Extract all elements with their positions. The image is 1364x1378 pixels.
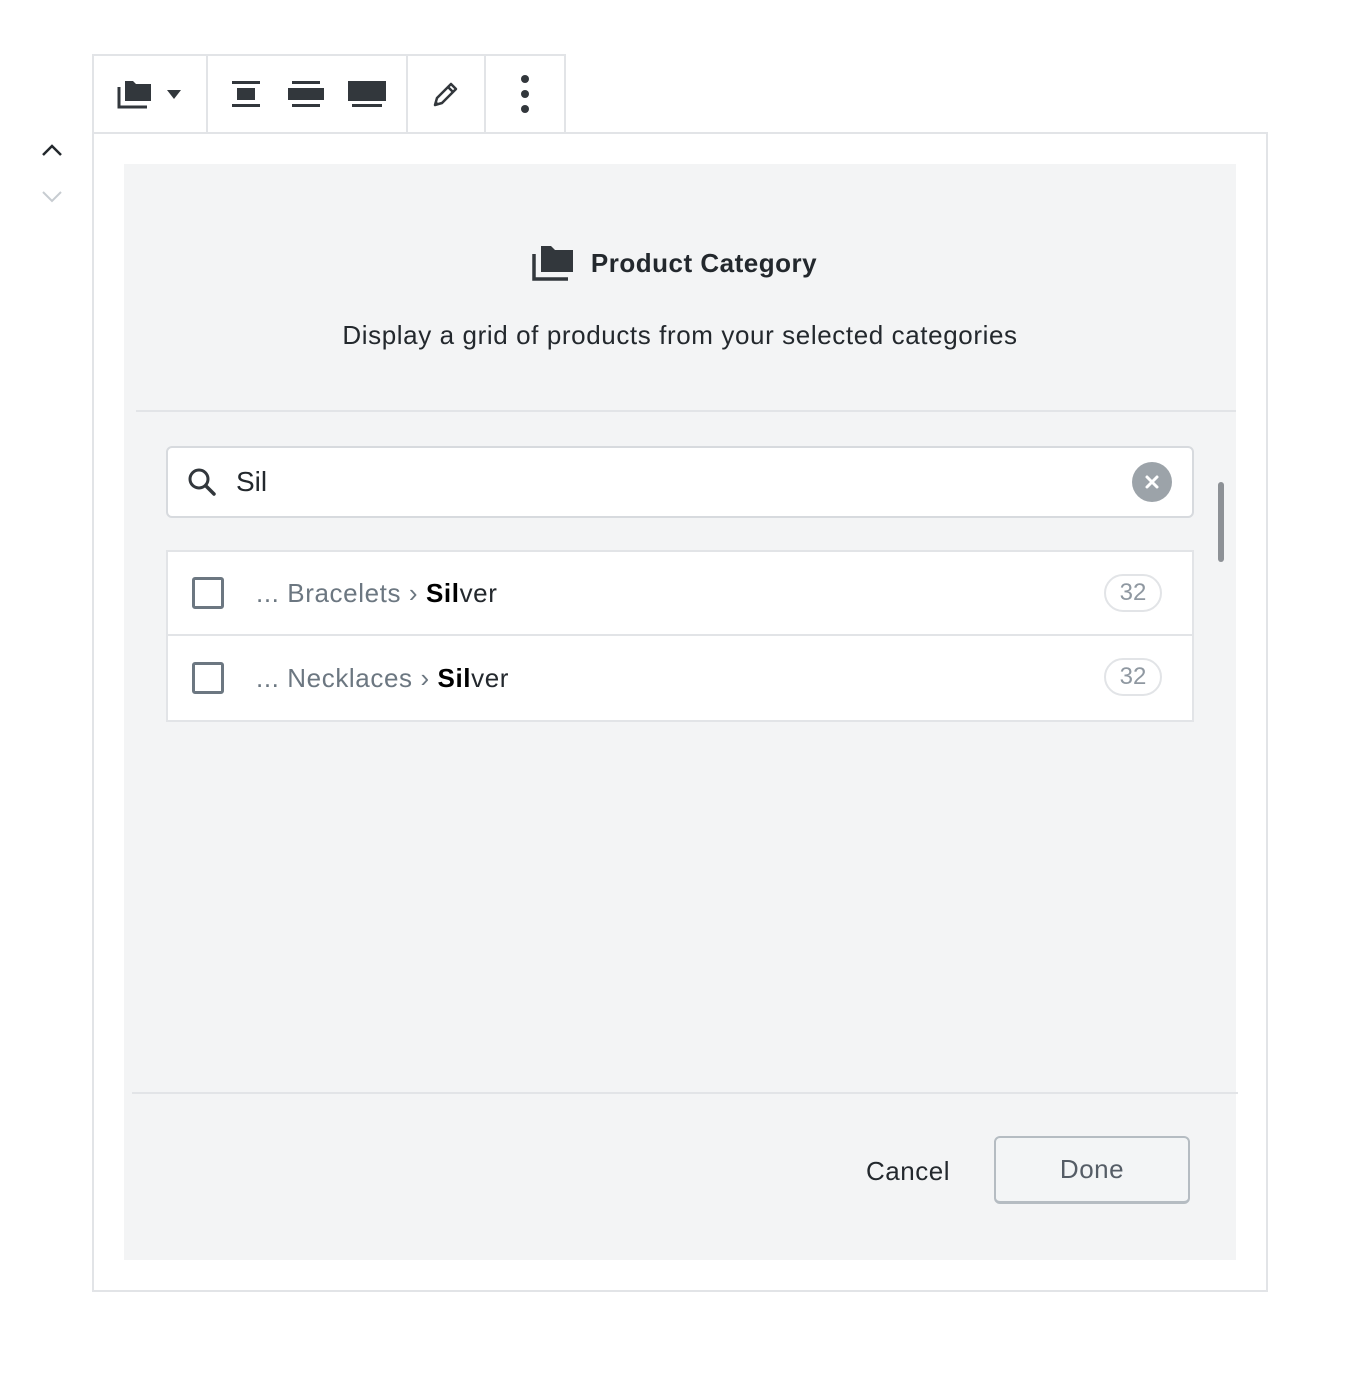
- edit-button[interactable]: [408, 56, 484, 132]
- category-search: [166, 446, 1194, 518]
- product-category-placeholder: Product Category Display a grid of produ…: [124, 164, 1238, 1260]
- align-full-button[interactable]: [348, 56, 386, 132]
- product-count-badge: 32: [1104, 658, 1162, 696]
- result-breadcrumb: ... Bracelets ›: [256, 577, 419, 608]
- placeholder-title: Product Category: [124, 244, 1224, 282]
- move-up-button[interactable]: [32, 130, 72, 170]
- move-down-button[interactable]: [32, 176, 72, 216]
- edit-group: [408, 56, 486, 132]
- align-wide-icon: [288, 81, 324, 107]
- caret-down-icon: [167, 90, 181, 99]
- align-full-icon: [348, 81, 386, 107]
- alignment-group: [208, 56, 408, 132]
- category-checkbox[interactable]: [192, 662, 224, 694]
- search-icon-wrap: [168, 467, 236, 497]
- result-rest: ver: [459, 577, 498, 608]
- result-match: Sil: [425, 577, 460, 608]
- folder-icon: [532, 246, 573, 281]
- align-wide-center-icon: [232, 81, 260, 107]
- result-label: ... Necklaces › Silver: [256, 663, 509, 694]
- done-button[interactable]: Done: [994, 1136, 1190, 1204]
- product-count-badge: 32: [1104, 574, 1162, 612]
- chevron-down-icon: [42, 191, 62, 203]
- folder-icon: [117, 81, 151, 109]
- block-switcher-button[interactable]: [94, 56, 206, 132]
- result-breadcrumb: ... Necklaces ›: [256, 662, 430, 693]
- vertical-ellipsis-icon: [521, 75, 529, 113]
- result-label: ... Bracelets › Silver: [256, 578, 498, 609]
- category-checkbox[interactable]: [192, 577, 224, 609]
- placeholder-header: Product Category Display a grid of produ…: [136, 164, 1236, 412]
- align-wide-center-button[interactable]: [228, 56, 264, 132]
- list-item[interactable]: ... Bracelets › Silver 32: [168, 552, 1192, 636]
- cancel-button[interactable]: Cancel: [854, 1138, 962, 1204]
- result-rest: ver: [471, 662, 510, 693]
- search-icon: [188, 468, 216, 496]
- result-match: Sil: [437, 662, 472, 693]
- pencil-icon: [433, 82, 458, 107]
- block-toolbar: [92, 54, 566, 132]
- align-wide-button[interactable]: [288, 56, 324, 132]
- list-item[interactable]: ... Necklaces › Silver 32: [168, 636, 1192, 720]
- more-options-group: [486, 56, 564, 132]
- footer-divider: [132, 1092, 1238, 1094]
- block-title: Product Category: [590, 247, 818, 278]
- more-options-button[interactable]: [486, 56, 564, 132]
- close-icon: [1145, 475, 1159, 489]
- clear-search-button[interactable]: [1132, 462, 1172, 502]
- search-results-list: ... Bracelets › Silver 32 ... Necklaces …: [166, 550, 1194, 722]
- block-description: Display a grid of products from your sel…: [342, 320, 1018, 350]
- chevron-up-icon: [42, 144, 62, 156]
- scrollbar[interactable]: [1218, 482, 1224, 562]
- block-switcher-group: [94, 56, 208, 132]
- search-input[interactable]: [236, 448, 1132, 516]
